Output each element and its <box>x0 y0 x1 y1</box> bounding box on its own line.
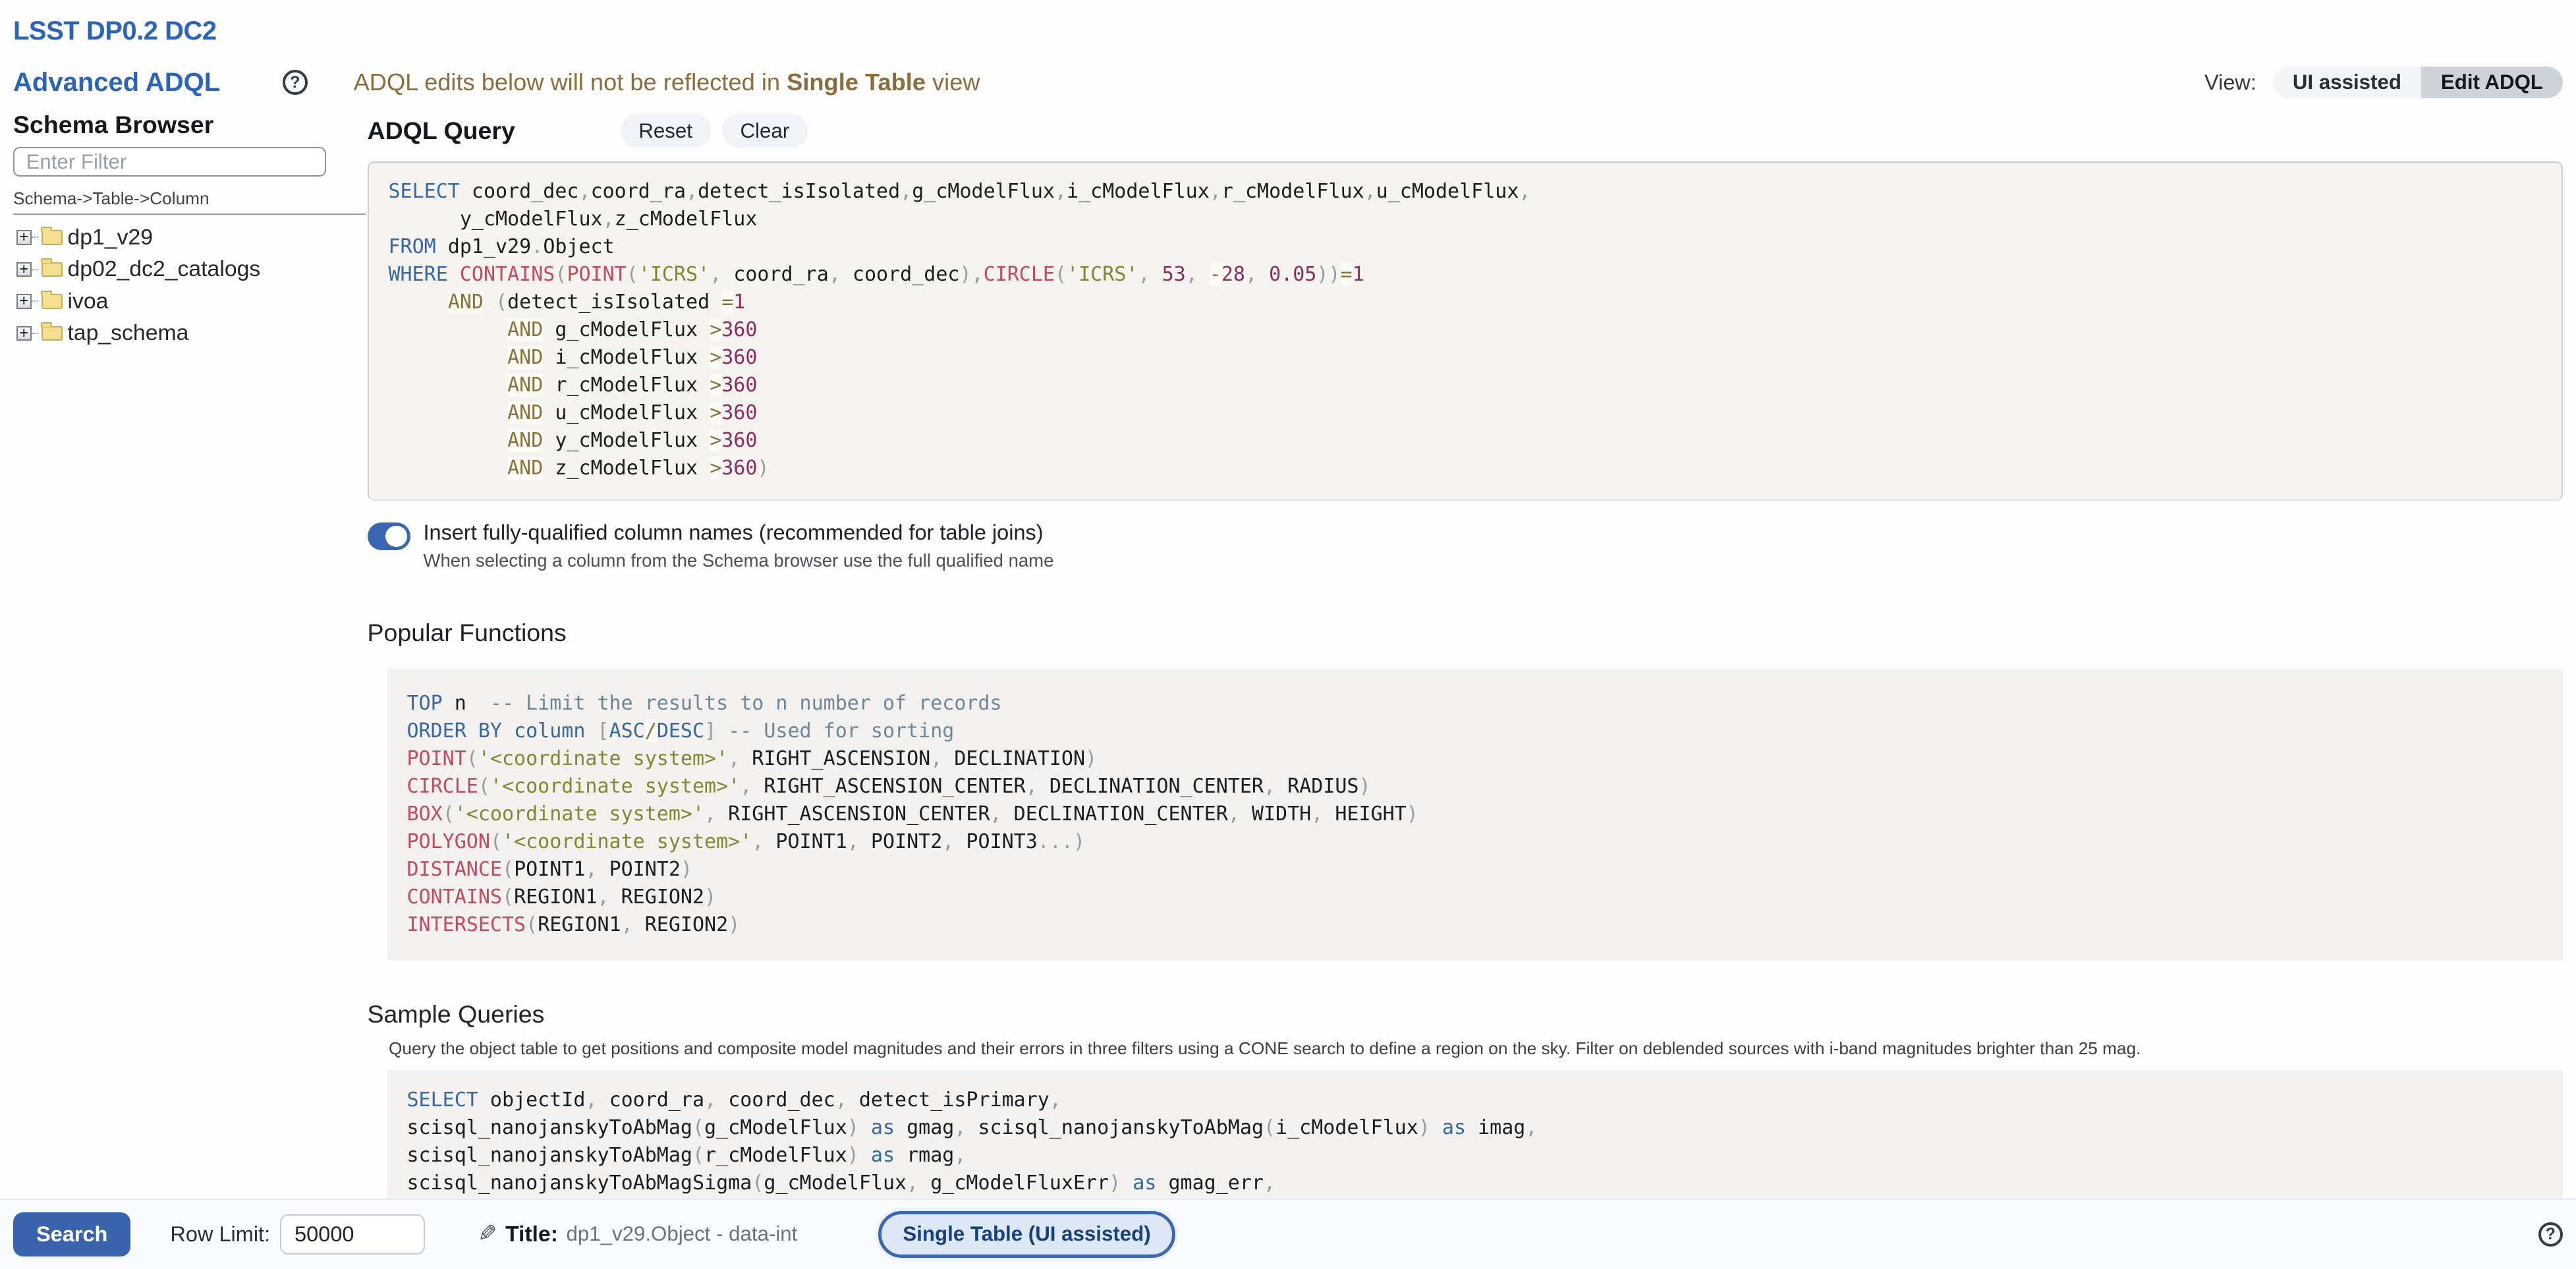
main-column: ADQL Query Reset Clear SELECT coord_dec,… <box>368 111 2576 1198</box>
row-limit-input[interactable] <box>280 1214 425 1255</box>
toggle-label: Insert fully-qualified column names (rec… <box>424 521 1054 545</box>
expand-icon[interactable]: + <box>16 230 32 245</box>
schema-tree: + dp1_v29 + dp02_dc2_catalogs + ivoa <box>13 221 368 349</box>
help-icon[interactable]: ? <box>283 70 308 95</box>
service-title: LSST DP0.2 DC2 <box>13 16 2563 46</box>
tree-item-tap_schema[interactable]: + tap_schema <box>13 318 368 350</box>
sample-query-panel[interactable]: SELECT objectId, coord_ra, coord_dec, de… <box>387 1070 2563 1198</box>
tree-item-label: dp02_dc2_catalogs <box>68 256 261 282</box>
tree-item-label: dp1_v29 <box>68 225 154 250</box>
schema-hierarchy-hint: Schema->Table->Column <box>13 188 366 215</box>
tree-connector <box>32 237 38 238</box>
search-button[interactable]: Search <box>13 1212 130 1256</box>
schema-browser: Schema Browser Schema->Table->Column + d… <box>0 111 368 350</box>
expand-icon[interactable]: + <box>16 294 32 309</box>
footer-bar: Search Row Limit: ✎ Title: dp1_v29.Objec… <box>0 1198 2576 1269</box>
tree-item-dp02_dc2_catalogs[interactable]: + dp02_dc2_catalogs <box>13 254 368 286</box>
popular-functions-title: Popular Functions <box>368 619 2563 647</box>
scroll-content: LSST DP0.2 DC2 Advanced ADQL ? ADQL edit… <box>0 0 2576 1198</box>
warning-bold: Single Table <box>787 69 926 96</box>
tree-item-label: ivoa <box>68 289 109 314</box>
help-icon[interactable]: ? <box>2538 1222 2563 1247</box>
tree-connector <box>32 269 38 270</box>
qualified-names-toggle-row: Insert fully-qualified column names (rec… <box>368 521 2563 571</box>
title-label: Title: <box>505 1222 558 1247</box>
sample-query-description: Query the object table to get positions … <box>389 1038 2563 1059</box>
expand-icon[interactable]: + <box>16 262 32 277</box>
tree-item-label: tap_schema <box>68 320 189 346</box>
folder-icon <box>42 230 63 245</box>
folder-icon <box>42 262 63 277</box>
header: LSST DP0.2 DC2 <box>0 0 2576 46</box>
row-limit-label: Row Limit: <box>170 1222 270 1247</box>
adql-warning: ADQL edits below will not be reflected i… <box>354 69 980 96</box>
toggle-text: Insert fully-qualified column names (rec… <box>424 521 1054 571</box>
tree-item-dp1_v29[interactable]: + dp1_v29 <box>13 221 368 254</box>
warning-suffix: view <box>926 69 980 96</box>
popular-functions-panel[interactable]: TOP n -- Limit the results to n number o… <box>387 669 2563 961</box>
tree-connector <box>32 333 38 334</box>
advanced-adql-panel: LSST DP0.2 DC2 Advanced ADQL ? ADQL edit… <box>0 0 2576 1269</box>
schema-browser-title: Schema Browser <box>13 111 368 139</box>
subheader: Advanced ADQL ? ADQL edits below will no… <box>0 66 2576 99</box>
edit-title-icon[interactable]: ✎ <box>478 1221 497 1247</box>
clear-button[interactable]: Clear <box>722 114 808 148</box>
qualified-names-toggle[interactable] <box>368 522 410 551</box>
view-segmented-control: UI assisted Edit ADQL <box>2273 67 2563 98</box>
sample-queries-title: Sample Queries <box>368 1000 2563 1029</box>
adql-query-title: ADQL Query <box>368 117 515 145</box>
view-switcher: View: UI assisted Edit ADQL <box>2204 67 2563 98</box>
adql-query-editor[interactable]: SELECT coord_dec,coord_ra,detect_isIsola… <box>368 161 2563 501</box>
toggle-description: When selecting a column from the Schema … <box>424 550 1054 571</box>
reset-button[interactable]: Reset <box>621 114 711 148</box>
folder-icon <box>42 294 63 309</box>
view-label: View: <box>2204 70 2256 95</box>
single-table-button[interactable]: Single Table (UI assisted) <box>878 1211 1175 1258</box>
adql-query-header: ADQL Query Reset Clear <box>368 114 2563 149</box>
tree-item-ivoa[interactable]: + ivoa <box>13 285 368 318</box>
expand-icon[interactable]: + <box>16 326 32 341</box>
page-title: Advanced ADQL <box>13 68 220 98</box>
schema-filter-input[interactable] <box>13 147 326 177</box>
folder-icon <box>42 326 63 341</box>
columns: Schema Browser Schema->Table->Column + d… <box>0 111 2576 1198</box>
warning-prefix: ADQL edits below will not be reflected i… <box>354 69 787 96</box>
view-option-ui-assisted[interactable]: UI assisted <box>2273 67 2421 98</box>
title-value: dp1_v29.Object - data-int <box>566 1222 797 1246</box>
tree-connector <box>32 300 38 302</box>
view-option-edit-adql[interactable]: Edit ADQL <box>2421 67 2563 98</box>
toggle-knob <box>385 526 407 548</box>
